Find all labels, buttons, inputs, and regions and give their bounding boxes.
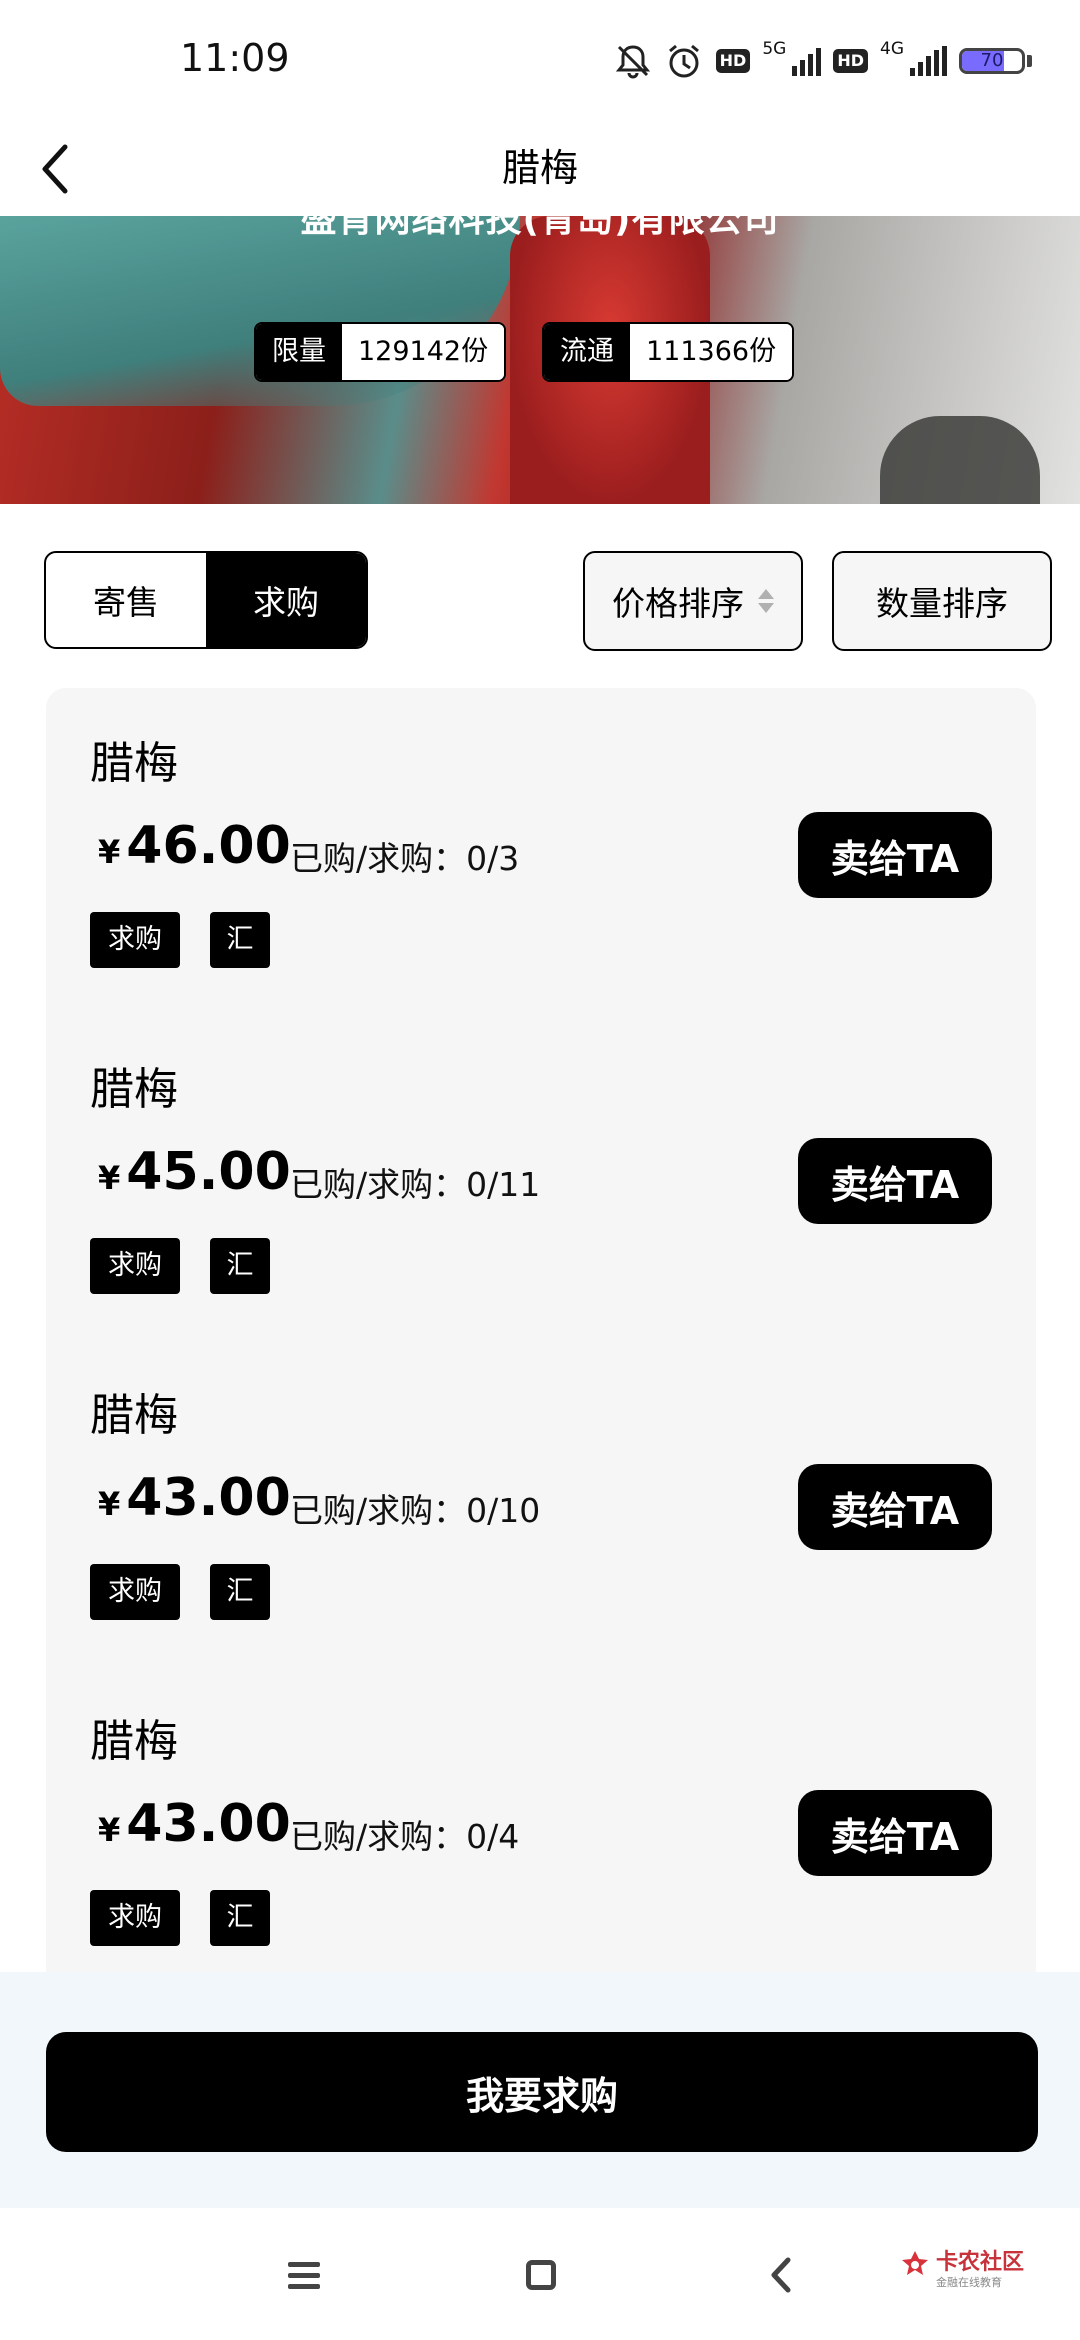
currency-symbol: ¥ — [98, 833, 121, 871]
tag-hui: 汇 — [210, 1564, 270, 1620]
hero-banner: 盛肯网络科技(青岛)有限公司 限量 129142份 流通 111366份 — [0, 216, 1080, 504]
status-time: 11:09 — [180, 36, 290, 80]
limit-value: 129142份 — [342, 324, 505, 380]
watermark-subtext: 金融在线教育 — [936, 2276, 1002, 2289]
circulation-value: 111366份 — [630, 324, 793, 380]
item-name: 腊梅 — [90, 1390, 178, 1441]
item-name: 腊梅 — [90, 1064, 178, 1115]
limit-label: 限量 — [256, 324, 342, 380]
tab-consign[interactable]: 寄售 — [46, 553, 206, 647]
tag-hui: 汇 — [210, 1238, 270, 1294]
bought-count: 已购/求购：0/10 — [290, 1491, 541, 1530]
currency-symbol: ¥ — [98, 1811, 121, 1849]
network-4g-label: 4G — [880, 39, 904, 59]
want-buy-button[interactable]: 我要求购 — [46, 2032, 1038, 2152]
status-bar: 11:09 HD 5G HD 4G 70 — [0, 0, 1080, 120]
circulation-stat: 流通 111366份 — [542, 322, 795, 382]
sort-by-quantity-label: 数量排序 — [876, 584, 1008, 623]
signal-4g-icon — [910, 46, 947, 76]
sort-by-price-button[interactable]: 价格排序 — [583, 551, 803, 651]
currency-symbol: ¥ — [98, 1159, 121, 1197]
hd-icon-2: HD — [833, 49, 868, 73]
sort-arrows-icon — [758, 589, 774, 613]
alarm-icon — [664, 41, 704, 81]
item-name: 腊梅 — [90, 1716, 178, 1767]
list-item: 腊梅 ¥ 43.00 已购/求购：0/4 求购 汇 卖给TA — [46, 1666, 1036, 1978]
tag-buy-request: 求购 — [90, 1238, 180, 1294]
item-price: ¥ 43.00 — [98, 1468, 291, 1538]
watermark: 卡农社区 金融在线教育 — [898, 2242, 1028, 2302]
trade-type-tabs: 寄售 求购 — [44, 551, 368, 649]
item-price: ¥ 43.00 — [98, 1794, 291, 1864]
footer-bar: 我要求购 — [0, 1972, 1080, 2208]
limit-stat: 限量 129142份 — [254, 322, 507, 382]
price-value: 46.00 — [126, 816, 291, 876]
tag-hui: 汇 — [210, 912, 270, 968]
company-name: 盛肯网络科技(青岛)有限公司 — [300, 216, 780, 240]
price-value: 43.00 — [126, 1794, 291, 1854]
signal-5g-icon — [792, 46, 822, 76]
home-icon[interactable] — [526, 2260, 556, 2290]
price-value: 45.00 — [126, 1142, 291, 1202]
item-name: 腊梅 — [90, 738, 178, 789]
mute-icon — [614, 42, 652, 80]
battery-level: 70 — [980, 50, 1004, 71]
list-item: 腊梅 ¥ 46.00 已购/求购：0/3 求购 汇 卖给TA — [46, 688, 1036, 1014]
bought-count: 已购/求购：0/11 — [290, 1165, 541, 1204]
sell-to-ta-button[interactable]: 卖给TA — [798, 1138, 992, 1224]
tag-buy-request: 求购 — [90, 912, 180, 968]
battery-icon: 70 — [959, 48, 1025, 74]
currency-symbol: ¥ — [98, 1485, 121, 1523]
hero-artwork-tree — [880, 416, 1040, 504]
battery-tip — [1027, 55, 1032, 67]
buy-request-list: 腊梅 ¥ 46.00 已购/求购：0/3 求购 汇 卖给TA 腊梅 ¥ 45.0… — [46, 688, 1036, 1978]
system-nav-bar: 卡农社区 金融在线教育 — [0, 2208, 1080, 2340]
circulation-label: 流通 — [544, 324, 630, 380]
price-value: 43.00 — [126, 1468, 291, 1528]
hd-icon: HD — [715, 49, 751, 73]
sort-by-quantity-button[interactable]: 数量排序 — [832, 551, 1052, 651]
tag-hui: 汇 — [210, 1890, 270, 1946]
tag-buy-request: 求购 — [90, 1564, 180, 1620]
sort-by-price-label: 价格排序 — [612, 584, 744, 623]
sell-to-ta-button[interactable]: 卖给TA — [798, 1790, 992, 1876]
list-item: 腊梅 ¥ 45.00 已购/求购：0/11 求购 汇 卖给TA — [46, 1014, 1036, 1340]
sell-to-ta-button[interactable]: 卖给TA — [798, 812, 992, 898]
list-item: 腊梅 ¥ 43.00 已购/求购：0/10 求购 汇 卖给TA — [46, 1340, 1036, 1666]
tag-buy-request: 求购 — [90, 1890, 180, 1946]
bought-count: 已购/求购：0/4 — [290, 1817, 520, 1856]
sell-to-ta-button[interactable]: 卖给TA — [798, 1464, 992, 1550]
item-price: ¥ 46.00 — [98, 816, 291, 886]
page-title: 腊梅 — [501, 146, 578, 190]
watermark-text: 卡农社区 — [936, 2250, 1025, 2275]
watermark-logo-icon — [902, 2251, 928, 2275]
recent-apps-icon[interactable] — [288, 2262, 320, 2290]
network-5g-label: 5G — [762, 39, 787, 59]
status-icons: HD 5G HD 4G 70 — [614, 38, 1032, 84]
bought-count: 已购/求购：0/3 — [290, 839, 520, 878]
nav-bar: 腊梅 — [0, 120, 1080, 216]
system-back-icon[interactable] — [762, 2256, 800, 2294]
item-price: ¥ 45.00 — [98, 1142, 291, 1212]
tab-buy-request[interactable]: 求购 — [206, 553, 366, 647]
